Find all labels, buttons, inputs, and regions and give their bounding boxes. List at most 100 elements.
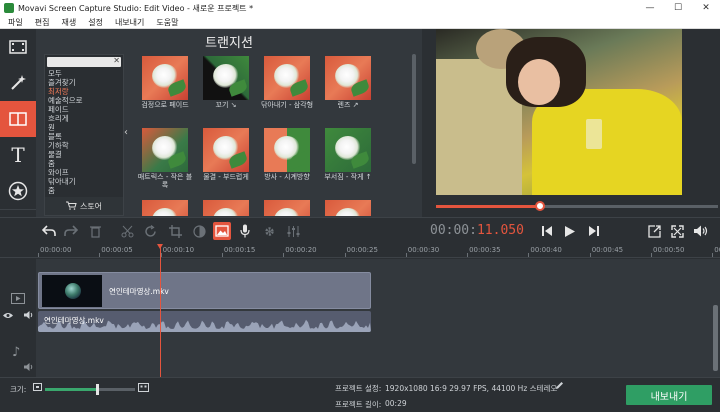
zoom-slider[interactable] (45, 384, 135, 395)
transition-item[interactable]: 꼬기 ↘ (203, 56, 249, 116)
transition-item[interactable]: 매트릭스 - 작은 블록 (138, 128, 192, 189)
footer-bar: 크기: 프로젝트 설정: 1920x1080 16:9 29.97 FPS, 4… (0, 377, 720, 412)
menu-help[interactable]: 도움말 (156, 17, 178, 28)
equalizer-icon[interactable] (284, 222, 302, 240)
menu-edit[interactable]: 편집 (35, 17, 50, 28)
transition-item[interactable]: 렌즈 ↗ (325, 56, 371, 116)
menu-play[interactable]: 재생 (61, 17, 76, 28)
category-item[interactable]: 예술적으로 (48, 96, 122, 105)
category-item[interactable]: 모두 (48, 69, 122, 78)
transition-thumbnail (142, 128, 188, 172)
redo-icon[interactable] (62, 222, 80, 240)
transition-item[interactable]: 물결 - 부드럽게 (203, 128, 249, 188)
delete-icon[interactable] (86, 222, 104, 240)
category-item[interactable]: 즐겨찾기 (48, 78, 122, 87)
previous-icon[interactable] (538, 222, 556, 240)
seek-bar[interactable] (436, 201, 718, 211)
magic-wand-icon[interactable] (0, 65, 36, 101)
gear-icon[interactable] (260, 222, 278, 240)
transition-label: 방사 - 시계방향 (264, 173, 310, 181)
microphone-icon[interactable] (236, 222, 254, 240)
transition-item[interactable]: 검정으로 페이드 (141, 56, 189, 116)
cut-icon[interactable] (118, 222, 136, 240)
ruler-tick-label: 00:00:30 (407, 246, 440, 254)
transition-item[interactable] (142, 200, 188, 216)
maximize-button[interactable]: ☐ (664, 0, 692, 16)
video-clip-thumbnail (42, 275, 102, 307)
export-button[interactable]: 내보내기 (626, 385, 712, 405)
transition-item[interactable] (264, 200, 310, 216)
transition-item[interactable]: 닦아내기 - 삼각형 (261, 56, 313, 116)
audio-clip-name: 연인테마영상.mkv (44, 316, 104, 325)
category-item[interactable]: 물결 (48, 150, 122, 159)
menu-bar: 파일 편집 재생 설정 내보내기 도움말 (0, 16, 720, 29)
transition-thumbnail (142, 200, 188, 216)
fullscreen-icon[interactable] (668, 222, 686, 240)
play-icon[interactable] (561, 222, 579, 240)
category-item[interactable]: 흐리게 (48, 114, 122, 123)
category-item[interactable]: 원 (48, 123, 122, 132)
transition-thumbnail (264, 128, 310, 172)
menu-settings[interactable]: 설정 (88, 17, 103, 28)
store-button[interactable]: 스토어 (45, 197, 123, 215)
transition-grid: 검정으로 페이드 꼬기 ↘ 닦아내기 - 삼각형 렌즈 ↗ 매트릭스 - 작은 블록 물결… (138, 54, 410, 216)
media-icon[interactable] (0, 29, 36, 65)
transition-item[interactable]: 방사 - 시계방향 (264, 128, 310, 188)
edit-settings-icon[interactable] (555, 381, 564, 392)
eye-icon[interactable] (3, 311, 13, 322)
collapse-categories-button[interactable]: ‹ (124, 127, 128, 138)
zoom-slider-handle[interactable] (96, 384, 100, 395)
zoom-out-icon[interactable] (33, 383, 42, 393)
category-item[interactable]: 닦아내기 (48, 177, 122, 186)
stickers-icon[interactable] (0, 173, 36, 209)
transition-thumbnail (325, 56, 371, 100)
category-item[interactable]: 와이프 (48, 168, 122, 177)
menu-export[interactable]: 내보내기 (115, 17, 144, 28)
transitions-icon[interactable] (0, 101, 36, 137)
titles-icon[interactable]: T (0, 137, 36, 173)
timeline-ruler[interactable]: 00:00:00 00:00:05 00:00:10 00:00:15 00:00:20… (0, 244, 720, 258)
clear-search-icon[interactable]: ✕ (113, 56, 120, 65)
zoom-in-icon[interactable] (138, 383, 149, 394)
category-search-input[interactable]: ✕ (47, 56, 121, 67)
next-icon[interactable] (585, 222, 603, 240)
category-items: 모두 즐겨찾기 최저랑 예술적으로 페이드 흐리게 원 블록 기하학 물결 줌 와이프 닦아내기 줌 (48, 69, 122, 195)
track-volume-icon[interactable] (24, 311, 34, 322)
playhead[interactable] (157, 244, 163, 377)
music-track-volume-icon[interactable] (24, 363, 34, 374)
rotate-icon[interactable] (141, 222, 159, 240)
category-item[interactable]: 기하학 (48, 141, 122, 150)
color-adjust-icon[interactable] (190, 222, 208, 240)
video-track-header (0, 259, 36, 339)
transition-item[interactable] (325, 200, 371, 216)
seek-handle[interactable] (535, 201, 546, 211)
transition-label: 검정으로 페이드 (141, 101, 189, 109)
image-overlay-icon[interactable] (213, 222, 231, 240)
undo-icon[interactable] (40, 222, 58, 240)
tool-sidebar: T (0, 29, 36, 240)
minimize-button[interactable]: — (636, 0, 664, 16)
panel-scrollbar[interactable] (412, 54, 416, 164)
ruler-tick-label: 00:00:50 (653, 246, 685, 254)
detach-preview-icon[interactable] (645, 222, 663, 240)
crop-icon[interactable] (166, 222, 184, 240)
video-clip[interactable]: 연인테마영상.mkv (38, 272, 371, 309)
app-logo-icon (4, 3, 14, 13)
transition-item[interactable]: 부서짐 - 작게 ↑ (324, 128, 372, 188)
ruler-tick-label: 00:00:05 (101, 246, 133, 254)
category-item[interactable]: 줌 (48, 159, 122, 168)
category-item[interactable]: 최저랑 (48, 87, 122, 96)
preview-area (422, 29, 720, 217)
volume-icon[interactable] (692, 222, 710, 240)
transition-thumbnail (203, 56, 249, 100)
audio-clip[interactable]: 연인테마영상.mkv (38, 311, 371, 332)
category-item[interactable]: 줌 (48, 186, 122, 195)
ruler-tick-label: 00:00:45 (591, 246, 624, 254)
category-item[interactable]: 페이드 (48, 105, 122, 114)
transition-item[interactable] (203, 200, 249, 216)
transition-thumbnail (264, 200, 310, 216)
menu-file[interactable]: 파일 (8, 17, 23, 28)
category-item[interactable]: 블록 (48, 132, 122, 141)
timeline-scrollbar[interactable] (713, 305, 718, 371)
close-button[interactable]: ✕ (692, 0, 720, 16)
